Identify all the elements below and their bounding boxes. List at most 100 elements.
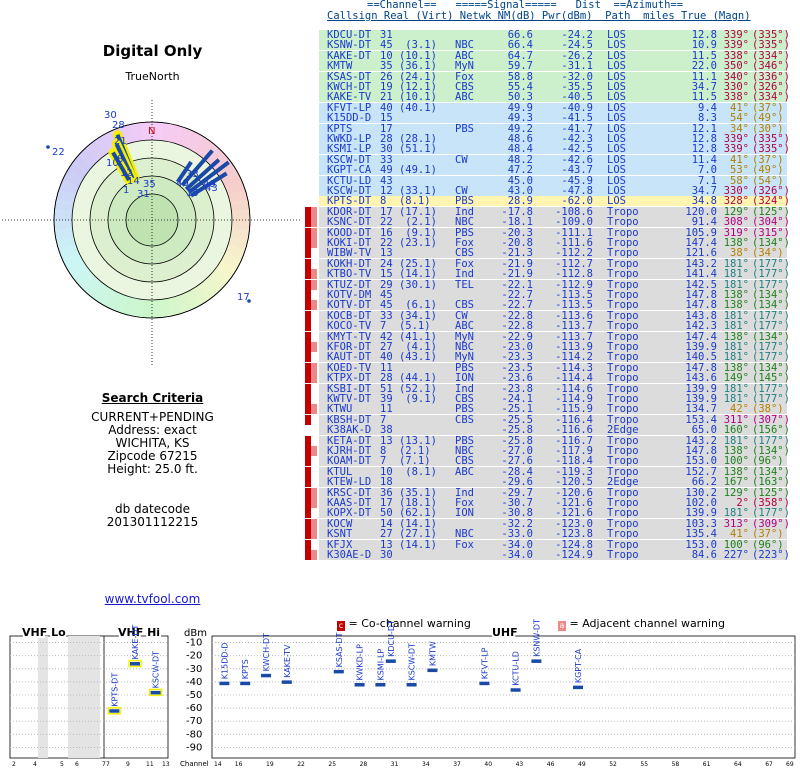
adjacent-channel-mark: [311, 550, 317, 560]
uhf-channel-tick: 43: [516, 761, 524, 768]
tvfool-link[interactable]: www.tvfool.com: [0, 592, 305, 606]
table-row: K30AE-D 30 -34.0 -124.9 Tropo 84.6 227° (223°): [305, 550, 800, 560]
adjacent-channel-mark: [311, 373, 317, 384]
adjacent-channel-mark: [311, 404, 317, 415]
co-channel-mark: [305, 539, 311, 550]
co-channel-mark: [305, 394, 311, 404]
channel-warning-marker: [305, 258, 317, 269]
cell-distance: 84.6: [691, 549, 717, 561]
cell-azimuth-true: 227°: [723, 549, 749, 561]
uhf-channel-tick: 19: [266, 761, 274, 768]
uhf-channel-tick: 37: [453, 761, 461, 768]
signal-bar: [573, 685, 583, 690]
cell-network: CW: [455, 153, 468, 166]
adjacent-channel-mark: [311, 518, 317, 529]
unused-band-shade: [68, 636, 100, 758]
channel-warning-marker: [305, 269, 317, 280]
dbm-tick-label: -50: [186, 690, 202, 701]
dbm-tick-label: -40: [186, 677, 202, 688]
channel-warning-marker: [305, 362, 317, 373]
signal-bar: [427, 668, 438, 673]
plot-title: Digital Only: [102, 42, 203, 60]
cell-azimuth-magnetic: (223°): [752, 549, 790, 561]
station-channel-label: 1: [123, 185, 129, 196]
co-channel-mark: [305, 466, 311, 477]
signal-bar-label: KFVT-LP: [480, 647, 489, 679]
unused-band-shade: [38, 636, 48, 758]
signal-bar: [240, 681, 251, 686]
signal-bar-label: KPTS: [241, 659, 250, 679]
co-channel-mark: [305, 258, 311, 269]
co-channel-mark: [305, 331, 311, 342]
signal-bar: [406, 683, 417, 687]
uhf-channel-tick: 28: [360, 761, 368, 768]
polar-plot: N3028222110123531143340 4915 431781: [2, 100, 302, 365]
dbm-tick-label: -80: [186, 729, 202, 740]
cell-signal-power: -124.9: [555, 549, 593, 561]
channel-warning-marker: [305, 248, 317, 259]
channel-warning-marker: [305, 394, 317, 404]
uhf-channel-tick: 14: [214, 761, 222, 768]
channel-warning-marker: [305, 310, 317, 321]
uhf-channel-tick: 34: [422, 761, 430, 768]
cell-network: PBS: [455, 122, 474, 135]
signal-bar-label: KSCW-DT: [152, 651, 161, 689]
station-channel-label: 31: [137, 189, 150, 200]
signal-bar: [333, 669, 344, 674]
signal-bar: [109, 709, 120, 713]
signal-bar-label: KWKD-LP: [356, 644, 365, 681]
adjacent-channel-mark: [311, 279, 317, 290]
co-channel-mark: [305, 414, 311, 425]
cell-network: ABC: [455, 465, 474, 478]
channel-warning-marker: [305, 487, 317, 498]
channel-warning-marker: [305, 508, 317, 519]
uhf-channel-tick: 25: [328, 761, 336, 768]
signal-bar-label: KAKE-DT: [131, 625, 140, 660]
channel-warning-marker: [305, 300, 317, 311]
channel-warning-marker: [305, 550, 317, 560]
signal-bar: [510, 688, 521, 692]
uhf-channel-tick: 40: [484, 761, 492, 768]
uhf-channel-tick: 46: [547, 761, 555, 768]
cell-network: ION: [455, 507, 474, 520]
co-channel-mark: [305, 352, 311, 363]
dbm-tick-label: -90: [186, 742, 202, 753]
cell-channel-real-virt: 30: [380, 549, 393, 561]
station-dot: [247, 299, 251, 303]
channel-warning-marker: [305, 206, 317, 217]
uhf-channel-tick: 31: [391, 761, 399, 768]
dbm-tick-label: -60: [186, 703, 202, 714]
channel-warning-marker: [305, 456, 317, 467]
dbm-tick-label: -10: [186, 638, 202, 649]
adjacent-channel-mark: [311, 238, 317, 248]
north-marker: N: [148, 126, 155, 137]
channel-warning-marker: [305, 342, 317, 352]
vhf-lo-label: VHF Lo: [22, 626, 66, 639]
left-panel: Digital Only TrueNorth N 30 28 22 21 10 12 35 31…: [0, 0, 305, 610]
signal-bar: [261, 673, 271, 678]
adjacent-channel-mark: [311, 487, 317, 498]
channel-warning-marker: [305, 518, 317, 529]
cell-noise-margin: -34.0: [501, 549, 533, 561]
vhf-channel-tick: 13: [162, 761, 170, 768]
station-channel-label: 8: [117, 154, 123, 165]
vhf-channel-tick: 7: [106, 761, 110, 768]
channel-warning-marker: [305, 227, 317, 238]
signal-bar-label: KCTU-LD: [512, 651, 521, 686]
co-channel-mark: [305, 248, 311, 259]
adjacent-channel-mark: [311, 446, 317, 456]
signal-chart-area: c = Co-channel warning a = Adjacent chan…: [0, 612, 800, 768]
uhf-channel-tick: 55: [640, 761, 648, 768]
adjacent-channel-mark: [311, 206, 317, 217]
channel-warning-marker: [305, 373, 317, 384]
signal-bar-label: KDCU-DT: [387, 620, 396, 657]
uhf-label: UHF: [492, 626, 518, 639]
signal-bar: [219, 681, 230, 686]
station-channel-label: 21: [114, 136, 127, 147]
adjacent-channel-mark: [311, 269, 317, 280]
uhf-channel-tick: 49: [578, 761, 586, 768]
signal-bar-label: KGPT-CA: [574, 648, 583, 683]
signal-bar-label: KSMI-LP: [376, 649, 385, 681]
uhf-channel-tick: 58: [672, 761, 680, 768]
co-channel-mark: [305, 310, 311, 321]
